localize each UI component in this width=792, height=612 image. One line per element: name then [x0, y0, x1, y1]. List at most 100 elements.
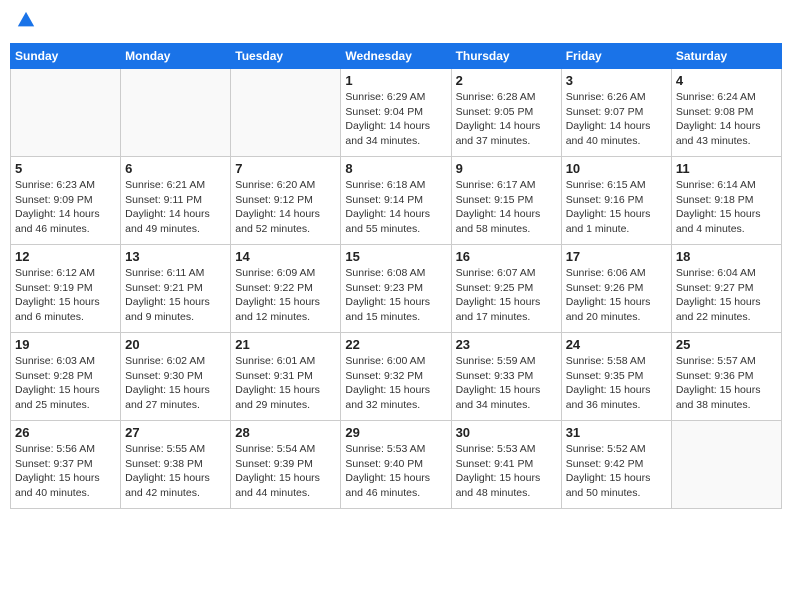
- day-number: 12: [15, 249, 116, 264]
- calendar-cell: 18 Sunrise: 6:04 AMSunset: 9:27 PMDayligh…: [671, 245, 781, 333]
- day-info: Sunrise: 6:14 AMSunset: 9:18 PMDaylight:…: [676, 178, 777, 237]
- day-info: Sunrise: 6:23 AMSunset: 9:09 PMDaylight:…: [15, 178, 116, 237]
- calendar-cell: 28 Sunrise: 5:54 AMSunset: 9:39 PMDayligh…: [231, 421, 341, 509]
- day-info: Sunrise: 5:54 AMSunset: 9:39 PMDaylight:…: [235, 442, 336, 501]
- day-info: Sunrise: 5:59 AMSunset: 9:33 PMDaylight:…: [456, 354, 557, 413]
- day-number: 22: [345, 337, 446, 352]
- day-info: Sunrise: 5:55 AMSunset: 9:38 PMDaylight:…: [125, 442, 226, 501]
- day-number: 13: [125, 249, 226, 264]
- day-number: 4: [676, 73, 777, 88]
- logo-icon: [16, 10, 36, 30]
- day-number: 25: [676, 337, 777, 352]
- day-number: 5: [15, 161, 116, 176]
- day-number: 24: [566, 337, 667, 352]
- week-row: 5 Sunrise: 6:23 AMSunset: 9:09 PMDaylight…: [11, 157, 782, 245]
- day-number: 31: [566, 425, 667, 440]
- calendar-cell: 23 Sunrise: 5:59 AMSunset: 9:33 PMDayligh…: [451, 333, 561, 421]
- calendar-cell: 10 Sunrise: 6:15 AMSunset: 9:16 PMDayligh…: [561, 157, 671, 245]
- day-info: Sunrise: 6:03 AMSunset: 9:28 PMDaylight:…: [15, 354, 116, 413]
- day-number: 29: [345, 425, 446, 440]
- day-info: Sunrise: 6:08 AMSunset: 9:23 PMDaylight:…: [345, 266, 446, 325]
- day-number: 19: [15, 337, 116, 352]
- day-info: Sunrise: 6:00 AMSunset: 9:32 PMDaylight:…: [345, 354, 446, 413]
- day-number: 10: [566, 161, 667, 176]
- calendar-cell: [11, 69, 121, 157]
- calendar-cell: 29 Sunrise: 5:53 AMSunset: 9:40 PMDayligh…: [341, 421, 451, 509]
- week-row: 12 Sunrise: 6:12 AMSunset: 9:19 PMDayligh…: [11, 245, 782, 333]
- day-info: Sunrise: 6:15 AMSunset: 9:16 PMDaylight:…: [566, 178, 667, 237]
- day-info: Sunrise: 5:52 AMSunset: 9:42 PMDaylight:…: [566, 442, 667, 501]
- day-number: 30: [456, 425, 557, 440]
- calendar-cell: 31 Sunrise: 5:52 AMSunset: 9:42 PMDayligh…: [561, 421, 671, 509]
- calendar-cell: 21Sunrise: 6:01 AMSunset: 9:31 PMDayligh…: [231, 333, 341, 421]
- day-number: 21: [235, 337, 336, 352]
- calendar-cell: 11 Sunrise: 6:14 AMSunset: 9:18 PMDayligh…: [671, 157, 781, 245]
- day-info: Sunrise: 5:57 AMSunset: 9:36 PMDaylight:…: [676, 354, 777, 413]
- calendar-cell: 22 Sunrise: 6:00 AMSunset: 9:32 PMDayligh…: [341, 333, 451, 421]
- day-number: 8: [345, 161, 446, 176]
- day-info: Sunrise: 5:58 AMSunset: 9:35 PMDaylight:…: [566, 354, 667, 413]
- day-number: 11: [676, 161, 777, 176]
- day-info: Sunrise: 6:29 AMSunset: 9:04 PMDaylight:…: [345, 90, 446, 149]
- day-info: Sunrise: 5:53 AMSunset: 9:41 PMDaylight:…: [456, 442, 557, 501]
- day-info: Sunrise: 6:04 AMSunset: 9:27 PMDaylight:…: [676, 266, 777, 325]
- day-number: 2: [456, 73, 557, 88]
- day-number: 26: [15, 425, 116, 440]
- weekday-header: Sunday: [11, 44, 121, 69]
- weekday-header-row: SundayMondayTuesdayWednesdayThursdayFrid…: [11, 44, 782, 69]
- week-row: 26Sunrise: 5:56 AMSunset: 9:37 PMDayligh…: [11, 421, 782, 509]
- day-info: Sunrise: 6:07 AMSunset: 9:25 PMDaylight:…: [456, 266, 557, 325]
- day-info: Sunrise: 6:24 AMSunset: 9:08 PMDaylight:…: [676, 90, 777, 149]
- calendar-body: 1Sunrise: 6:29 AMSunset: 9:04 PMDaylight…: [11, 69, 782, 509]
- day-info: Sunrise: 6:26 AMSunset: 9:07 PMDaylight:…: [566, 90, 667, 149]
- day-number: 6: [125, 161, 226, 176]
- page-header: [10, 10, 782, 35]
- day-info: Sunrise: 6:11 AMSunset: 9:21 PMDaylight:…: [125, 266, 226, 325]
- calendar-cell: 14Sunrise: 6:09 AMSunset: 9:22 PMDayligh…: [231, 245, 341, 333]
- day-number: 27: [125, 425, 226, 440]
- calendar-cell: 30 Sunrise: 5:53 AMSunset: 9:41 PMDayligh…: [451, 421, 561, 509]
- day-number: 17: [566, 249, 667, 264]
- calendar-cell: 17 Sunrise: 6:06 AMSunset: 9:26 PMDayligh…: [561, 245, 671, 333]
- calendar-cell: 26Sunrise: 5:56 AMSunset: 9:37 PMDayligh…: [11, 421, 121, 509]
- day-number: 28: [235, 425, 336, 440]
- day-number: 3: [566, 73, 667, 88]
- calendar-cell: 13 Sunrise: 6:11 AMSunset: 9:21 PMDayligh…: [121, 245, 231, 333]
- day-info: Sunrise: 6:28 AMSunset: 9:05 PMDaylight:…: [456, 90, 557, 149]
- calendar-cell: 2 Sunrise: 6:28 AMSunset: 9:05 PMDaylight…: [451, 69, 561, 157]
- day-number: 20: [125, 337, 226, 352]
- day-info: Sunrise: 5:53 AMSunset: 9:40 PMDaylight:…: [345, 442, 446, 501]
- calendar-cell: 20 Sunrise: 6:02 AMSunset: 9:30 PMDayligh…: [121, 333, 231, 421]
- calendar-header: SundayMondayTuesdayWednesdayThursdayFrid…: [11, 44, 782, 69]
- calendar-cell: 16Sunrise: 6:07 AMSunset: 9:25 PMDayligh…: [451, 245, 561, 333]
- calendar-cell: 1Sunrise: 6:29 AMSunset: 9:04 PMDaylight…: [341, 69, 451, 157]
- calendar-cell: 5 Sunrise: 6:23 AMSunset: 9:09 PMDaylight…: [11, 157, 121, 245]
- day-info: Sunrise: 6:21 AMSunset: 9:11 PMDaylight:…: [125, 178, 226, 237]
- weekday-header: Wednesday: [341, 44, 451, 69]
- calendar-cell: 19 Sunrise: 6:03 AMSunset: 9:28 PMDayligh…: [11, 333, 121, 421]
- week-row: 1Sunrise: 6:29 AMSunset: 9:04 PMDaylight…: [11, 69, 782, 157]
- day-info: Sunrise: 6:18 AMSunset: 9:14 PMDaylight:…: [345, 178, 446, 237]
- calendar-cell: 15 Sunrise: 6:08 AMSunset: 9:23 PMDayligh…: [341, 245, 451, 333]
- day-number: 23: [456, 337, 557, 352]
- calendar-cell: [671, 421, 781, 509]
- weekday-header: Friday: [561, 44, 671, 69]
- logo: [14, 10, 36, 35]
- calendar-cell: 7Sunrise: 6:20 AMSunset: 9:12 PMDaylight…: [231, 157, 341, 245]
- weekday-header: Thursday: [451, 44, 561, 69]
- day-info: Sunrise: 6:12 AMSunset: 9:19 PMDaylight:…: [15, 266, 116, 325]
- calendar-cell: 24 Sunrise: 5:58 AMSunset: 9:35 PMDayligh…: [561, 333, 671, 421]
- day-info: Sunrise: 6:06 AMSunset: 9:26 PMDaylight:…: [566, 266, 667, 325]
- calendar-cell: 27 Sunrise: 5:55 AMSunset: 9:38 PMDayligh…: [121, 421, 231, 509]
- calendar-cell: 4 Sunrise: 6:24 AMSunset: 9:08 PMDaylight…: [671, 69, 781, 157]
- calendar-cell: 9Sunrise: 6:17 AMSunset: 9:15 PMDaylight…: [451, 157, 561, 245]
- calendar-cell: [231, 69, 341, 157]
- calendar-cell: 8 Sunrise: 6:18 AMSunset: 9:14 PMDaylight…: [341, 157, 451, 245]
- day-number: 15: [345, 249, 446, 264]
- day-number: 18: [676, 249, 777, 264]
- calendar-cell: 3 Sunrise: 6:26 AMSunset: 9:07 PMDaylight…: [561, 69, 671, 157]
- calendar-cell: 6 Sunrise: 6:21 AMSunset: 9:11 PMDaylight…: [121, 157, 231, 245]
- calendar-cell: [121, 69, 231, 157]
- day-info: Sunrise: 6:02 AMSunset: 9:30 PMDaylight:…: [125, 354, 226, 413]
- weekday-header: Saturday: [671, 44, 781, 69]
